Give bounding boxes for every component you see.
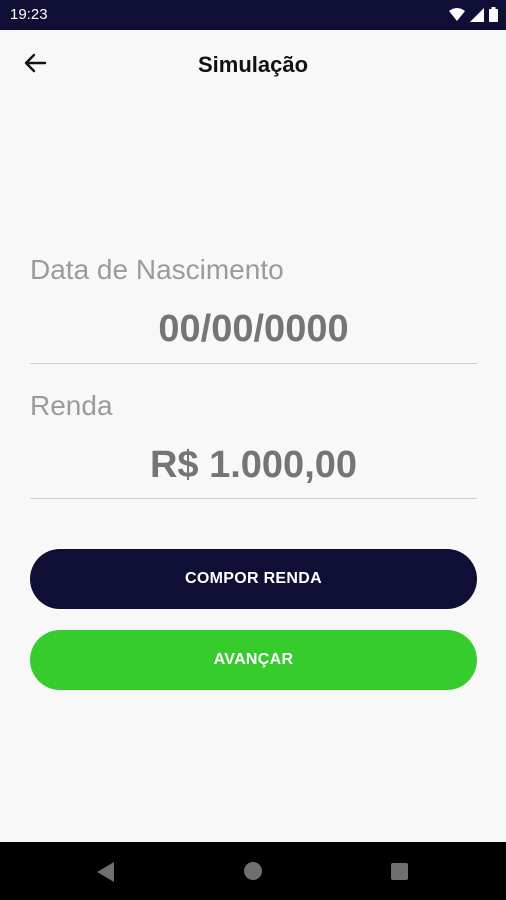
wifi-icon	[449, 7, 465, 27]
nav-recents-icon[interactable]	[391, 863, 408, 880]
income-field: Renda	[30, 386, 477, 499]
compose-income-button[interactable]: COMPOR RENDA	[30, 549, 477, 609]
page-title: Simulação	[197, 52, 309, 77]
status-icons	[449, 7, 498, 27]
birth-date-input[interactable]	[30, 306, 477, 352]
income-label: Renda	[30, 390, 113, 421]
birth-date-label: Data de Nascimento	[30, 254, 284, 285]
income-input[interactable]	[30, 442, 477, 488]
birth-date-field: Data de Nascimento	[30, 250, 477, 364]
compose-income-button-label: COMPOR RENDA	[185, 570, 322, 587]
nav-home-icon[interactable]	[244, 862, 262, 880]
advance-button[interactable]: AVANÇAR	[30, 630, 477, 690]
system-nav-bar	[0, 842, 506, 900]
advance-button-label: AVANÇAR	[213, 651, 294, 668]
nav-back-icon[interactable]	[97, 862, 115, 887]
app-bar: Simulação	[0, 30, 506, 102]
status-bar: 19:23	[0, 0, 506, 30]
battery-icon	[489, 7, 498, 27]
status-time: 19:23	[10, 6, 48, 23]
signal-icon	[470, 7, 484, 27]
